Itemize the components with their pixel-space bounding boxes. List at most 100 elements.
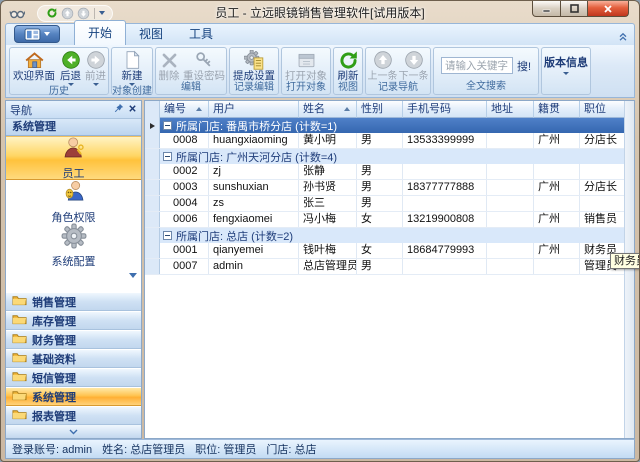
grid-cell[interactable]: 销售员 [580,212,624,227]
grid-cell[interactable] [580,164,624,179]
grid-row[interactable]: 0001 qianyemei 钱叶梅 女 18684779993 广州 财务员 [145,243,624,259]
vertical-scrollbar[interactable] [624,101,634,438]
grid-cell[interactable]: 13219900808 [403,212,487,227]
grid-cell[interactable]: huangxiaoming [209,133,299,148]
refresh-button[interactable]: 刷新 [335,49,362,82]
group-row-panyu[interactable]: 所属门店: 番禺市桥分店 (计数=1) [145,118,624,133]
grid-cell[interactable] [403,164,487,179]
sidebar-button-reports[interactable]: 报表管理 [6,406,141,425]
grid-cell[interactable]: 0007 [160,259,209,274]
column-header-address[interactable]: 地址 [487,101,534,118]
back-button[interactable]: 后退 [58,49,83,86]
sidebar-collapse-bar[interactable] [6,425,141,438]
quick-refresh-button[interactable] [45,7,58,20]
grid-cell[interactable]: 0004 [160,196,209,211]
ribbon-collapse-icon[interactable] [618,29,628,47]
maximize-button[interactable] [561,1,588,17]
delete-button[interactable]: 删除 [156,49,182,82]
column-header-user[interactable]: 用户 [209,101,299,118]
grid-cell[interactable] [534,164,580,179]
welcome-button[interactable]: 欢迎界面 [10,49,58,82]
grid-cell[interactable]: 18684779993 [403,243,487,258]
close-pane-icon[interactable] [128,104,137,116]
grid-cell[interactable]: 广州 [534,180,580,195]
open-object-button[interactable]: 打开对象 [283,49,329,82]
grid-cell[interactable]: fengxiaomei [209,212,299,227]
grid-cell[interactable] [487,196,534,211]
grid-cell[interactable]: 钱叶梅 [299,243,357,258]
sidebar-item-role-permission[interactable]: 角色权限 [6,180,141,224]
grid-cell[interactable]: 分店长 [580,180,624,195]
grid-cell[interactable] [487,259,534,274]
grid-cell[interactable]: 孙书贤 [299,180,357,195]
grid-cell[interactable]: 0003 [160,180,209,195]
grid-cell[interactable] [534,196,580,211]
minimize-button[interactable] [532,1,561,17]
collapse-group-icon[interactable] [163,121,172,130]
grid-row[interactable]: 0008 huangxiaoming 黄小明 男 13533399999 广州 … [145,133,624,149]
grid-cell[interactable]: 男 [357,164,403,179]
grid-cell[interactable]: qianyemei [209,243,299,258]
sidebar-item-employee[interactable]: 员工 [6,136,141,180]
grid-cell[interactable]: 广州 [534,133,580,148]
pin-icon[interactable] [114,103,124,116]
grid-cell[interactable]: zj [209,164,299,179]
grid-cell[interactable] [487,133,534,148]
grid-cell[interactable] [403,259,487,274]
grid-cell[interactable]: 男 [357,180,403,195]
grid-cell[interactable]: 黄小明 [299,133,357,148]
grid-cell[interactable]: 男 [357,259,403,274]
tab-view[interactable]: 视图 [126,22,176,45]
sidebar-button-sms[interactable]: 短信管理 [6,368,141,387]
column-header-code[interactable]: 编号 [160,101,209,118]
sidebar-button-basic-data[interactable]: 基础资料 [6,349,141,368]
grid-cell[interactable]: 张三 [299,196,357,211]
pane-overflow-caret-icon[interactable] [129,266,137,284]
column-header-phone[interactable]: 手机号码 [403,101,487,118]
grid-cell[interactable]: 18377777888 [403,180,487,195]
grid-cell[interactable] [403,196,487,211]
grid-cell[interactable]: 广州 [534,243,580,258]
search-go-button[interactable]: 搜! [517,58,531,74]
close-button[interactable] [588,1,629,17]
grid-cell[interactable]: 广州 [534,212,580,227]
commission-settings-button[interactable]: 提成设置 [231,49,277,82]
sidebar-item-system-config[interactable]: 系统配置 [6,224,141,268]
grid-cell[interactable]: 女 [357,212,403,227]
grid-cell[interactable]: 0001 [160,243,209,258]
column-header-gender[interactable]: 性别 [357,101,403,118]
collapse-group-icon[interactable] [163,152,172,161]
tab-tools[interactable]: 工具 [176,22,226,45]
grid-cell[interactable] [534,259,580,274]
grid-cell[interactable]: 男 [357,133,403,148]
column-header-position[interactable]: 职位 [580,101,624,118]
tab-start[interactable]: 开始 [74,20,126,45]
reset-password-button[interactable]: 重设密码 [182,49,226,82]
grid-cell[interactable]: sunshuxian [209,180,299,195]
next-record-button[interactable]: 下一条 [398,49,429,82]
grid-cell[interactable]: 张静 [299,164,357,179]
previous-record-button[interactable]: 上一条 [367,49,398,82]
sidebar-button-inventory[interactable]: 库存管理 [6,311,141,330]
grid-row[interactable]: 0002 zj 张静 男 [145,164,624,180]
quick-next-button[interactable] [77,7,90,20]
grid-cell[interactable] [580,196,624,211]
grid-cell[interactable]: admin [209,259,299,274]
grid-cell[interactable]: 0008 [160,133,209,148]
grid-cell[interactable]: 冯小梅 [299,212,357,227]
search-input[interactable] [441,57,513,74]
sidebar-button-system[interactable]: 系统管理 [6,387,141,406]
grid-cell[interactable]: 分店长 [580,133,624,148]
grid-row[interactable]: 0004 zs 张三 男 [145,196,624,212]
group-row-tianhe[interactable]: 所属门店: 广州天河分店 (计数=4) [145,149,624,164]
forward-button[interactable]: 前进 [83,49,108,86]
column-header-hometown[interactable]: 籍贯 [534,101,580,118]
qat-customize-caret-icon[interactable] [99,11,105,15]
grid-cell[interactable] [487,212,534,227]
sidebar-section-header[interactable]: 系统管理 [6,119,141,136]
grid-cell[interactable] [487,180,534,195]
grid-cell[interactable] [487,164,534,179]
grid-row[interactable]: 0007 admin 总店管理员 男 管理员 [145,259,624,275]
grid-cell[interactable]: 女 [357,243,403,258]
grid-cell[interactable] [487,243,534,258]
